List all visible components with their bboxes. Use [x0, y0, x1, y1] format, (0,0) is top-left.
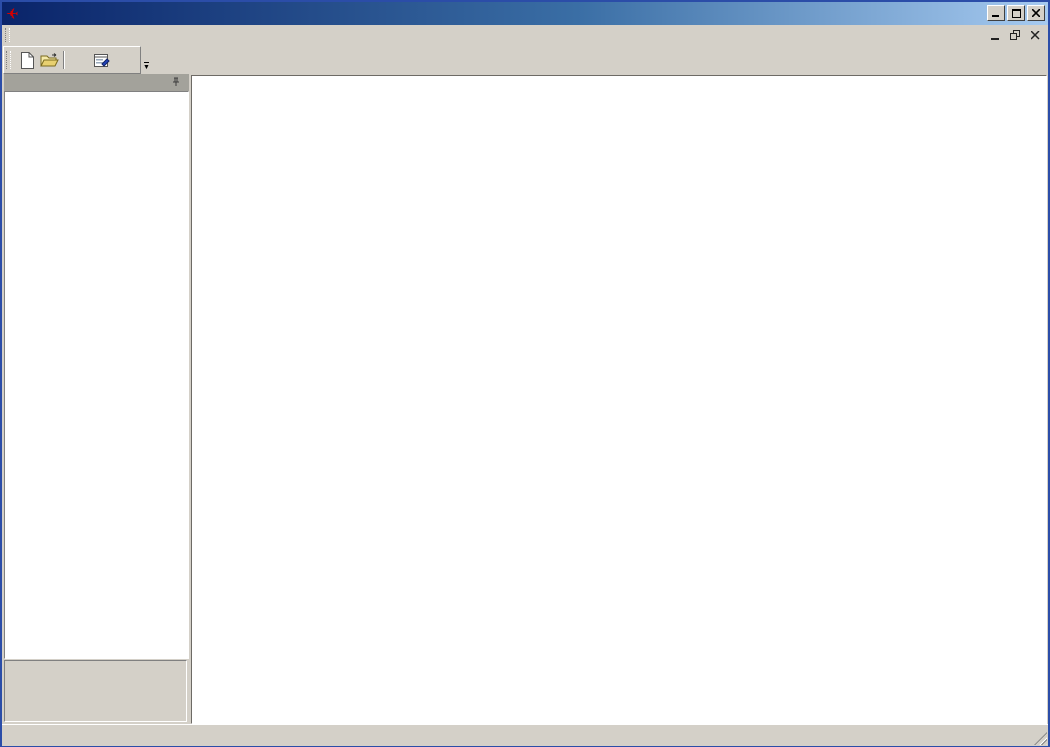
airplane-icon: ✈ — [6, 5, 19, 23]
minimize-button[interactable] — [987, 5, 1005, 21]
app-window: ✈ — [0, 0, 1050, 747]
toolbar: ▼ — [2, 45, 1048, 74]
pin-icon[interactable] — [172, 77, 180, 89]
open-file-button[interactable] — [38, 49, 61, 71]
properties-panel — [4, 74, 189, 724]
properties-icon — [93, 52, 110, 68]
toolbar-band — [3, 46, 141, 74]
mdi-minimize-button[interactable] — [988, 28, 1002, 42]
properties-grid — [4, 91, 189, 659]
resize-grip[interactable] — [1034, 732, 1047, 745]
mdi-restore-button[interactable] — [1008, 28, 1022, 42]
status-bar — [2, 724, 1048, 746]
properties-panel-header[interactable] — [4, 74, 189, 91]
close-button[interactable] — [1027, 5, 1045, 21]
overflow-bar-icon — [144, 62, 149, 63]
calibration-button[interactable] — [67, 49, 90, 71]
title-bar[interactable]: ✈ — [2, 2, 1048, 25]
mdi-close-button[interactable] — [1028, 28, 1042, 42]
maximize-button[interactable] — [1007, 5, 1025, 21]
spectrogram-3d-chart[interactable] — [192, 76, 1046, 723]
properties-button[interactable] — [90, 49, 113, 71]
toolbar-grip-handle[interactable] — [6, 51, 11, 69]
toolbar-overflow-button[interactable]: ▼ — [141, 47, 152, 74]
chevron-down-icon: ▼ — [143, 64, 150, 71]
help-button[interactable] — [113, 49, 136, 71]
menu-bar — [2, 25, 1048, 45]
window-controls — [987, 5, 1045, 21]
property-description-box — [4, 660, 187, 722]
menu-grip-handle[interactable] — [5, 28, 10, 42]
toolbar-separator — [63, 51, 65, 69]
mdi-window-controls — [988, 27, 1042, 43]
new-document-button[interactable] — [15, 49, 38, 71]
open-folder-icon — [40, 53, 59, 68]
new-document-icon — [19, 52, 35, 69]
spectrogram-view — [191, 75, 1047, 724]
